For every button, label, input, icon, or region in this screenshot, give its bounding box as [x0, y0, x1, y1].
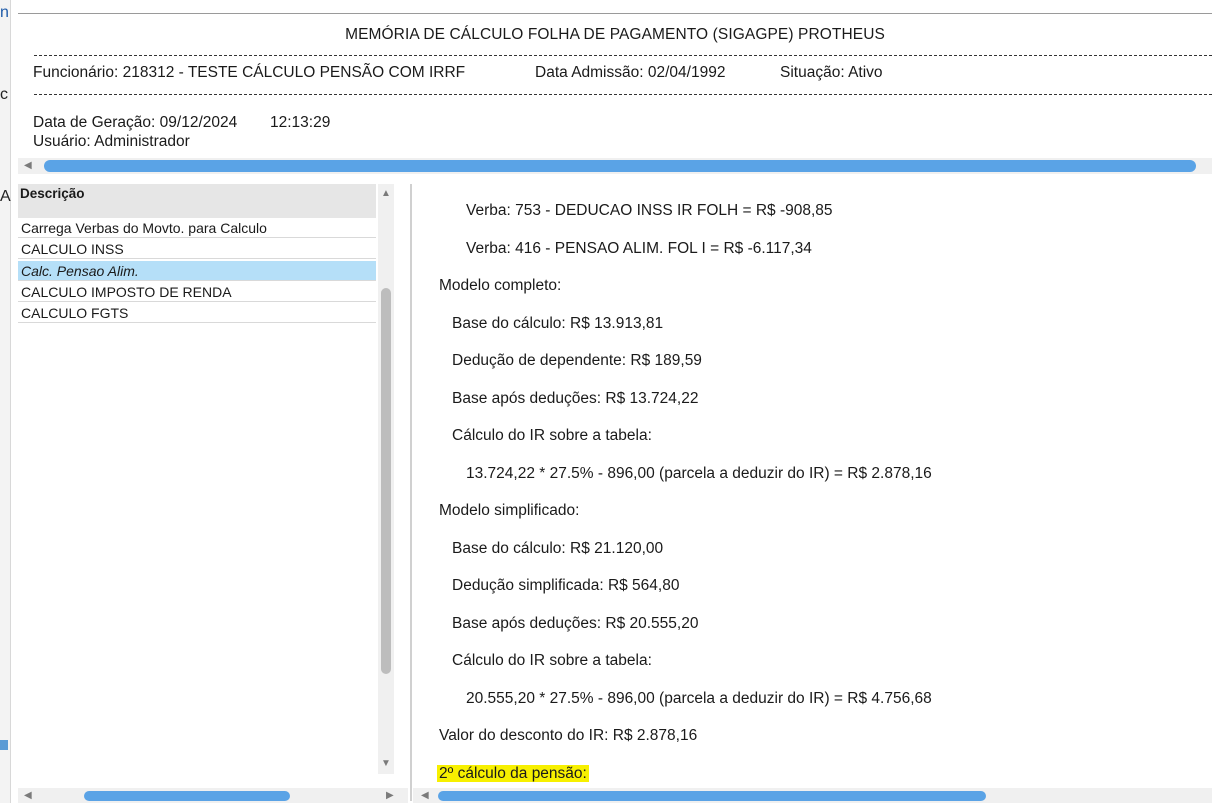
list-item[interactable]: Carrega Verbas do Movto. para Calculo: [18, 218, 376, 238]
admission-date: Data Admissão: 02/04/1992: [535, 64, 726, 81]
scroll-thumb[interactable]: [44, 160, 1196, 172]
list-vertical-scrollbar[interactable]: ▲ ▼: [378, 184, 394, 774]
generation-date: Data de Geração: 09/12/2024: [33, 114, 238, 131]
dashed-separator: [34, 55, 1212, 56]
scroll-left-arrow-icon[interactable]: ◀: [24, 790, 32, 801]
scroll-thumb[interactable]: [84, 791, 290, 801]
list-item[interactable]: CALCULO INSS: [18, 239, 376, 259]
detail-line: Modelo simplificado:: [439, 502, 580, 519]
scroll-right-arrow-icon[interactable]: ▶: [386, 790, 394, 801]
detail-line: Valor do desconto do IR: R$ 2.878,16: [439, 727, 698, 744]
detail-line: Verba: 753 - DEDUCAO INSS IR FOLH = R$ -…: [466, 202, 833, 219]
detail-line: Dedução de dependente: R$ 189,59: [452, 352, 702, 369]
report-header: MEMÓRIA DE CÁLCULO FOLHA DE PAGAMENTO (S…: [18, 0, 1212, 160]
scroll-down-arrow-icon[interactable]: ▼: [381, 758, 391, 769]
employee-status: Situação: Ativo: [780, 64, 883, 81]
detail-line: Base após deduções: R$ 20.555,20: [452, 615, 699, 632]
scroll-left-arrow-icon[interactable]: ◀: [24, 160, 32, 171]
report-title: MEMÓRIA DE CÁLCULO FOLHA DE PAGAMENTO (S…: [345, 26, 885, 43]
detail-line: 13.724,22 * 27.5% - 896,00 (parcela a de…: [466, 465, 932, 482]
edge-glyph: c: [0, 86, 8, 103]
edge-glyph: A: [0, 188, 11, 205]
edge-bar: [0, 740, 8, 750]
list-horizontal-scrollbar[interactable]: ◀ ▶: [18, 788, 408, 803]
description-column-header[interactable]: Descrição: [18, 184, 376, 218]
column-header-label: Descrição: [20, 186, 85, 201]
scroll-thumb[interactable]: [438, 791, 986, 801]
detail-line: Verba: 416 - PENSAO ALIM. FOL I = R$ -6.…: [466, 240, 812, 257]
detail-line: Dedução simplificada: R$ 564,80: [452, 577, 680, 594]
detail-line: Base após deduções: R$ 13.724,22: [452, 390, 699, 407]
scroll-left-arrow-icon[interactable]: ◀: [421, 790, 429, 801]
list-item[interactable]: CALCULO IMPOSTO DE RENDA: [18, 282, 376, 302]
detail-line: 20.555,20 * 27.5% - 896,00 (parcela a de…: [466, 690, 932, 707]
list-item-selected[interactable]: Calc. Pensao Alim.: [18, 261, 376, 281]
detail-line: Cálculo do IR sobre a tabela:: [452, 427, 652, 444]
highlight-marker: 2º cálculo da pensão:: [437, 765, 589, 782]
user-info: Usuário: Administrador: [33, 133, 190, 150]
generation-time: 12:13:29: [270, 114, 331, 131]
detail-line: Base do cálculo: R$ 21.120,00: [452, 540, 664, 557]
steps-list-panel: Descrição Carrega Verbas do Movto. para …: [18, 184, 394, 787]
detail-line: Cálculo do IR sobre a tabela:: [452, 652, 652, 669]
dashed-separator: [34, 94, 1212, 95]
highlighted-detail-line: 2º cálculo da pensão:: [437, 765, 589, 783]
edge-glyph: n: [0, 4, 9, 21]
detail-horizontal-scrollbar[interactable]: ◀: [413, 788, 1212, 803]
list-item[interactable]: CALCULO FGTS: [18, 303, 376, 323]
scroll-up-arrow-icon[interactable]: ▲: [381, 188, 391, 199]
header-top-line: [18, 13, 1212, 14]
detail-line: Modelo completo:: [439, 277, 562, 294]
employee-info: Funcionário: 218312 - TESTE CÁLCULO PENS…: [33, 64, 466, 81]
scroll-thumb[interactable]: [381, 288, 391, 674]
header-horizontal-scrollbar[interactable]: ◀: [18, 158, 1212, 174]
panel-splitter[interactable]: [410, 184, 412, 801]
calculation-detail-panel: Verba: 753 - DEDUCAO INSS IR FOLH = R$ -…: [413, 184, 1212, 787]
detail-line: Base do cálculo: R$ 13.913,81: [452, 315, 664, 332]
background-window-edge: n c A: [0, 0, 11, 803]
